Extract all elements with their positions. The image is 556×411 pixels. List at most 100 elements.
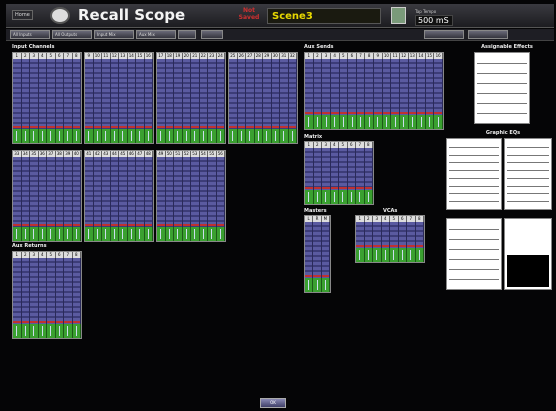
fader-row[interactable]	[229, 129, 297, 143]
mute-indicator[interactable]	[322, 187, 330, 189]
mute-indicator[interactable]	[85, 224, 93, 226]
channel-strip[interactable]	[13, 157, 22, 227]
channel-strip[interactable]	[364, 222, 373, 248]
channel-strip[interactable]	[254, 59, 263, 129]
channel-parameter-grid[interactable]	[157, 59, 225, 129]
channel-strip[interactable]	[174, 157, 183, 227]
fader-row[interactable]	[157, 227, 225, 241]
fader-icon[interactable]	[255, 129, 263, 143]
fader-icon[interactable]	[30, 324, 39, 338]
mute-indicator[interactable]	[191, 126, 199, 128]
mute-indicator[interactable]	[339, 187, 347, 189]
mute-indicator[interactable]	[182, 126, 190, 128]
fader-icon[interactable]	[322, 190, 331, 204]
channel-strip[interactable]	[72, 59, 81, 129]
channel-parameter-grid[interactable]	[85, 59, 153, 129]
channel-parameter-grid[interactable]	[305, 59, 443, 115]
fader-icon[interactable]	[13, 324, 22, 338]
channel-strip[interactable]	[313, 59, 323, 115]
mute-indicator[interactable]	[382, 112, 391, 114]
graphic-eq-slot-1[interactable]	[446, 138, 502, 210]
mute-indicator[interactable]	[157, 224, 165, 226]
mute-indicator[interactable]	[356, 245, 364, 247]
input-group-9-16[interactable]: 9 10 11 12 13 14 15 16	[84, 52, 154, 144]
fader-icon[interactable]	[314, 115, 323, 129]
channel-strip[interactable]	[102, 157, 111, 227]
fader-icon[interactable]	[64, 129, 73, 143]
channel-strip[interactable]	[64, 157, 73, 227]
channel-parameter-grid[interactable]	[13, 59, 81, 129]
scene-name-field[interactable]: Scene3	[267, 8, 381, 24]
fader-icon[interactable]	[390, 248, 399, 262]
mute-indicator[interactable]	[127, 224, 135, 226]
vcas-group[interactable]: 12345678	[355, 215, 425, 263]
input-group-17-24[interactable]: 17 18 19 20 21 22 23 24	[156, 52, 226, 144]
fader-icon[interactable]	[145, 227, 153, 241]
masters-group[interactable]: LRM	[304, 215, 331, 293]
home-button[interactable]: Home	[12, 10, 33, 20]
fader-icon[interactable]	[111, 227, 119, 241]
channel-strip[interactable]	[127, 157, 136, 227]
mute-indicator[interactable]	[263, 126, 271, 128]
channel-strip[interactable]	[208, 59, 217, 129]
fader-row[interactable]	[13, 324, 81, 338]
channel-strip[interactable]	[229, 59, 238, 129]
mute-indicator[interactable]	[321, 275, 329, 277]
fader-icon[interactable]	[217, 129, 225, 143]
mute-indicator[interactable]	[55, 321, 63, 323]
fader-icon[interactable]	[94, 227, 102, 241]
mute-indicator[interactable]	[417, 112, 425, 114]
fader-icon[interactable]	[128, 227, 136, 241]
mute-indicator[interactable]	[110, 224, 118, 226]
fader-icon[interactable]	[417, 115, 426, 129]
channel-strip[interactable]	[174, 59, 183, 129]
fader-icon[interactable]	[391, 115, 400, 129]
mute-indicator[interactable]	[13, 224, 21, 226]
fader-icon[interactable]	[229, 129, 238, 143]
fader-row[interactable]	[13, 227, 81, 241]
mute-indicator[interactable]	[364, 245, 372, 247]
mute-indicator[interactable]	[110, 126, 118, 128]
channel-strip[interactable]	[38, 157, 47, 227]
channel-strip[interactable]	[21, 59, 30, 129]
channel-strip[interactable]	[136, 59, 145, 129]
mute-indicator[interactable]	[364, 187, 372, 189]
fader-row[interactable]	[305, 278, 330, 292]
graphic-eq-slot-2[interactable]	[504, 138, 552, 210]
channel-strip[interactable]	[313, 148, 322, 190]
fader-icon[interactable]	[426, 115, 435, 129]
fader-icon[interactable]	[136, 129, 145, 143]
mute-indicator[interactable]	[13, 321, 21, 323]
mute-indicator[interactable]	[72, 224, 80, 226]
channel-strip[interactable]	[356, 59, 366, 115]
channel-strip[interactable]	[246, 59, 255, 129]
mute-indicator[interactable]	[174, 126, 182, 128]
channel-parameter-grid[interactable]	[305, 222, 330, 278]
fader-icon[interactable]	[365, 115, 374, 129]
mute-indicator[interactable]	[136, 224, 144, 226]
page-next-button[interactable]	[468, 30, 508, 39]
channel-strip[interactable]	[93, 157, 102, 227]
mute-indicator[interactable]	[182, 224, 190, 226]
mute-indicator[interactable]	[313, 112, 322, 114]
fader-icon[interactable]	[208, 129, 217, 143]
channel-strip[interactable]	[93, 59, 102, 129]
channel-strip[interactable]	[305, 148, 314, 190]
mute-indicator[interactable]	[356, 112, 365, 114]
channel-strip[interactable]	[13, 59, 22, 129]
channel-parameter-grid[interactable]	[85, 157, 153, 227]
fader-row[interactable]	[157, 129, 225, 143]
input-group-1-8[interactable]: 12345678	[12, 52, 82, 144]
fader-icon[interactable]	[383, 115, 392, 129]
fader-icon[interactable]	[200, 227, 208, 241]
channel-strip[interactable]	[144, 157, 153, 227]
mute-indicator[interactable]	[330, 112, 339, 114]
fader-icon[interactable]	[356, 248, 365, 262]
mute-indicator[interactable]	[72, 321, 80, 323]
mute-indicator[interactable]	[64, 224, 72, 226]
mute-indicator[interactable]	[415, 245, 423, 247]
channel-parameter-grid[interactable]	[13, 258, 81, 324]
fader-icon[interactable]	[191, 227, 200, 241]
channel-strip[interactable]	[38, 258, 47, 324]
fader-icon[interactable]	[217, 227, 225, 241]
